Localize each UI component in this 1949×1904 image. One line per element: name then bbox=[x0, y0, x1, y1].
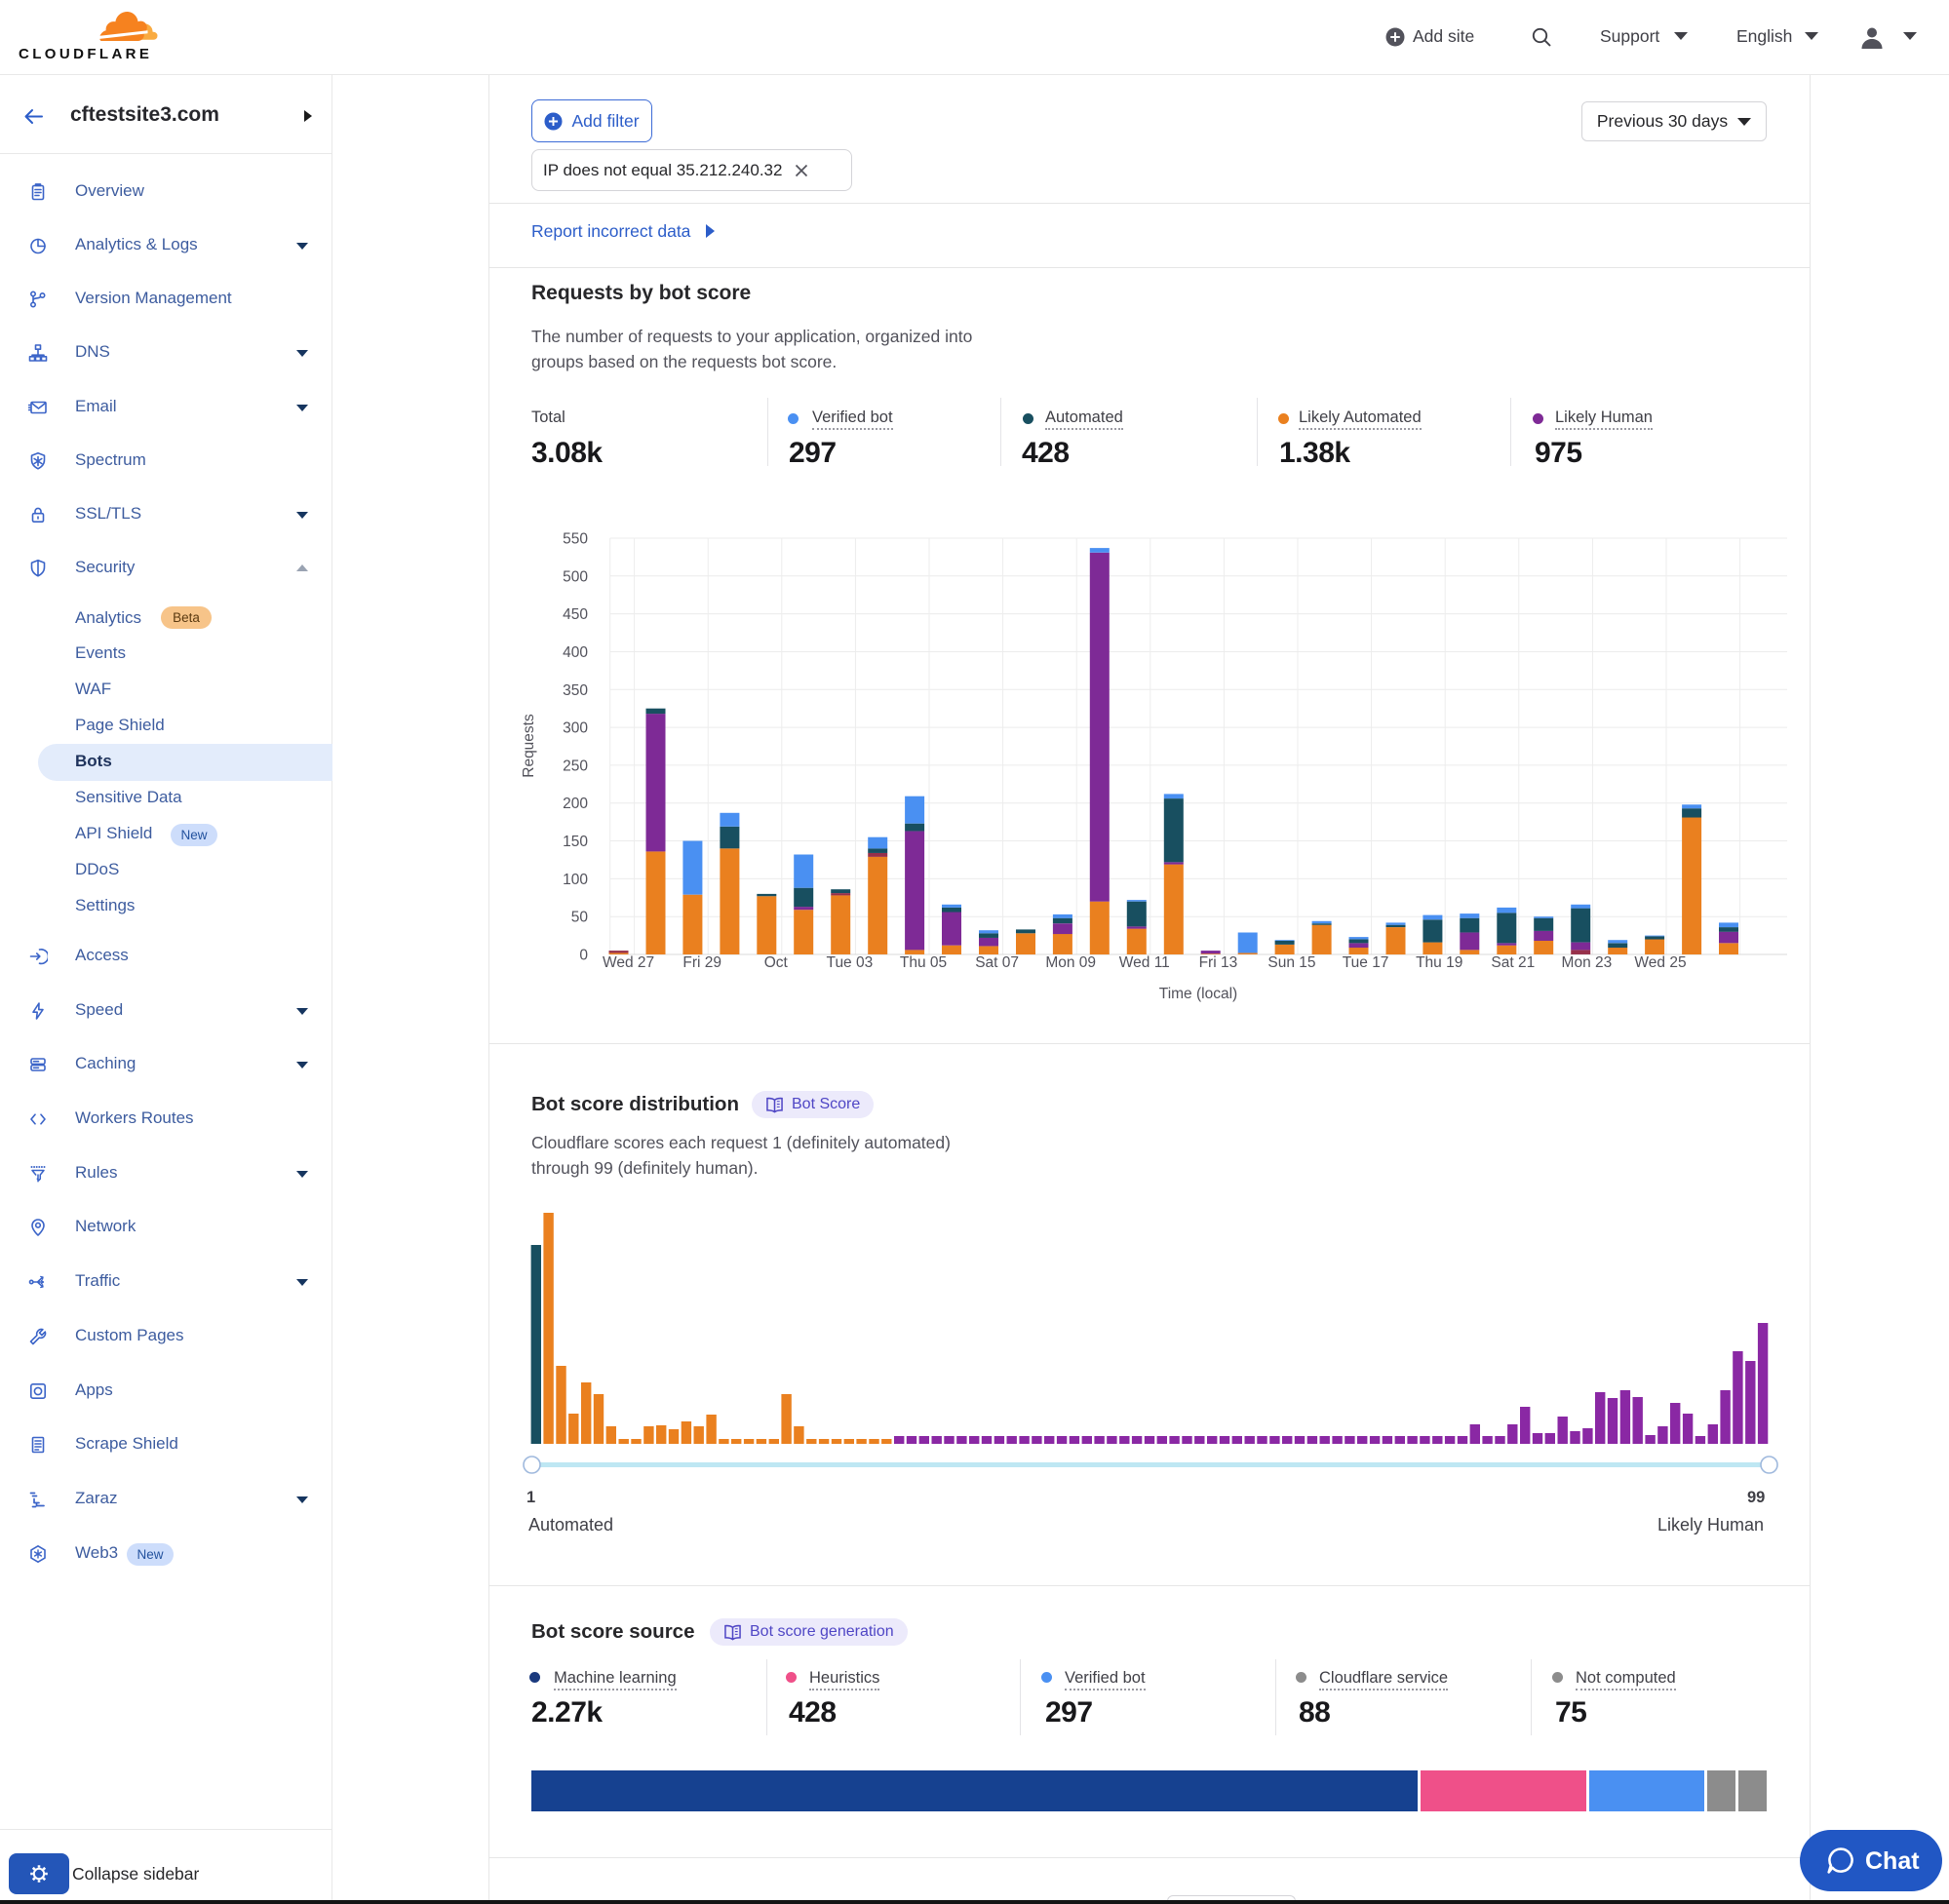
svg-text:Tue 03: Tue 03 bbox=[827, 954, 874, 971]
svg-text:Thu 19: Thu 19 bbox=[1416, 954, 1462, 971]
svg-text:Thu 05: Thu 05 bbox=[900, 954, 947, 971]
svg-text:Wed 25: Wed 25 bbox=[1634, 954, 1686, 971]
svg-text:Fri 13: Fri 13 bbox=[1199, 954, 1238, 971]
svg-text:150: 150 bbox=[563, 834, 588, 850]
svg-text:500: 500 bbox=[563, 568, 588, 585]
svg-text:Mon 09: Mon 09 bbox=[1045, 954, 1096, 971]
svg-text:50: 50 bbox=[571, 910, 589, 926]
svg-text:Mon 23: Mon 23 bbox=[1562, 954, 1613, 971]
svg-text:Tue 17: Tue 17 bbox=[1343, 954, 1389, 971]
svg-text:0: 0 bbox=[579, 948, 588, 964]
svg-text:Sat 21: Sat 21 bbox=[1491, 954, 1535, 971]
svg-text:CLOUDFLARE: CLOUDFLARE bbox=[19, 46, 152, 62]
svg-text:Wed 27: Wed 27 bbox=[603, 954, 654, 971]
svg-text:300: 300 bbox=[563, 720, 588, 737]
svg-text:550: 550 bbox=[563, 531, 588, 548]
svg-text:Time (local): Time (local) bbox=[1159, 986, 1237, 1002]
svg-text:100: 100 bbox=[563, 872, 588, 888]
svg-text:Sun 15: Sun 15 bbox=[1267, 954, 1315, 971]
svg-text:Sat 07: Sat 07 bbox=[975, 954, 1019, 971]
svg-text:Wed 11: Wed 11 bbox=[1119, 954, 1170, 971]
svg-text:200: 200 bbox=[563, 796, 588, 812]
svg-text:350: 350 bbox=[563, 682, 588, 699]
svg-text:250: 250 bbox=[563, 758, 588, 774]
svg-text:Fri 29: Fri 29 bbox=[682, 954, 721, 971]
svg-text:Oct: Oct bbox=[764, 954, 789, 971]
svg-text:400: 400 bbox=[563, 644, 588, 661]
svg-text:450: 450 bbox=[563, 606, 588, 623]
svg-text:Requests: Requests bbox=[521, 714, 537, 778]
